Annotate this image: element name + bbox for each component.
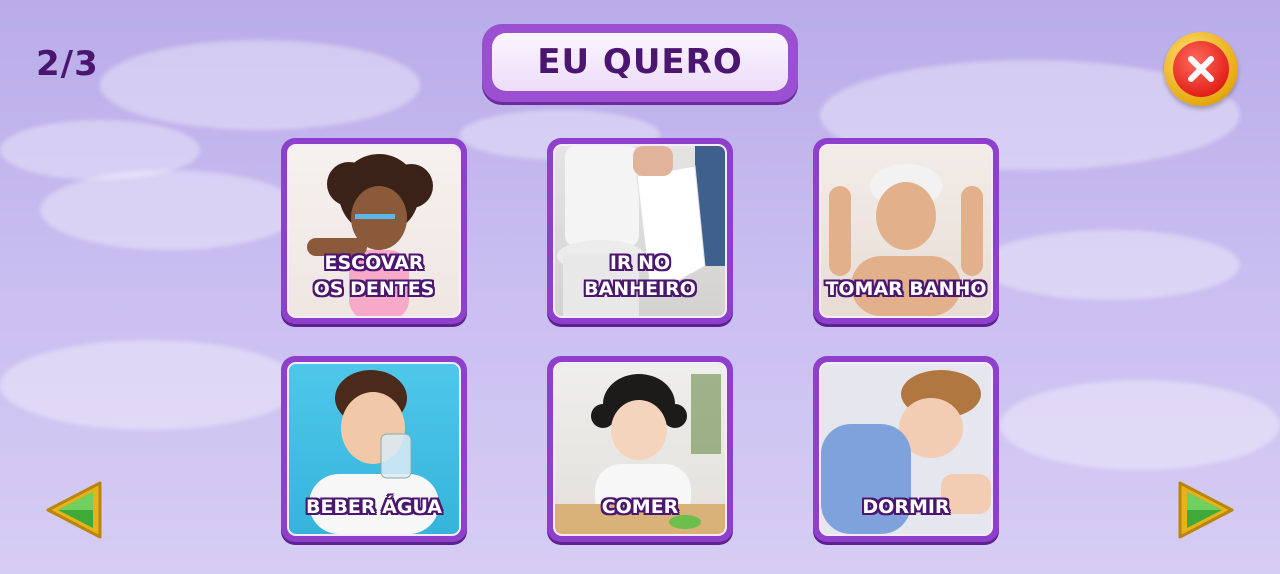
close-icon bbox=[1173, 41, 1229, 97]
card-label: ESCOVAR OS DENTES bbox=[313, 252, 435, 300]
background-cloud bbox=[1000, 380, 1280, 470]
background-cloud bbox=[40, 170, 300, 250]
title-banner: EU QUERO bbox=[482, 24, 798, 102]
left-arrow-icon bbox=[46, 481, 102, 539]
photo-toilet-and-paper-roll: IR NO BANHEIRO bbox=[553, 144, 727, 318]
card-beber-agua[interactable]: BEBER ÁGUA bbox=[281, 356, 467, 542]
next-page-button[interactable] bbox=[1174, 477, 1238, 543]
card-label: TOMAR BANHO bbox=[825, 278, 987, 300]
card-tomar-banho[interactable]: TOMAR BANHO bbox=[813, 138, 999, 324]
photo-girl-eating: COMER bbox=[553, 362, 727, 536]
page-title: EU QUERO bbox=[537, 42, 743, 82]
background-cloud bbox=[0, 340, 300, 430]
title-banner-inner: EU QUERO bbox=[492, 33, 788, 91]
right-arrow-icon bbox=[1178, 481, 1234, 539]
photo-boy-washing-hair: TOMAR BANHO bbox=[819, 144, 993, 318]
page-counter: 2/3 bbox=[36, 44, 99, 84]
card-comer[interactable]: COMER bbox=[547, 356, 733, 542]
background-cloud bbox=[100, 40, 420, 130]
card-dormir[interactable]: DORMIR bbox=[813, 356, 999, 542]
photo-boy-drinking-water: BEBER ÁGUA bbox=[287, 362, 461, 536]
close-button[interactable] bbox=[1164, 32, 1238, 106]
photo-child-brushing-teeth: ESCOVAR OS DENTES bbox=[287, 144, 461, 318]
card-label: DORMIR bbox=[862, 496, 950, 518]
background-cloud bbox=[980, 230, 1240, 300]
card-label: COMER bbox=[601, 496, 679, 518]
card-label: BEBER ÁGUA bbox=[305, 496, 442, 518]
photo-boy-sleeping: DORMIR bbox=[819, 362, 993, 536]
card-ir-no-banheiro[interactable]: IR NO BANHEIRO bbox=[547, 138, 733, 324]
card-escovar-os-dentes[interactable]: ESCOVAR OS DENTES bbox=[281, 138, 467, 324]
card-label: IR NO BANHEIRO bbox=[584, 252, 696, 300]
prev-page-button[interactable] bbox=[42, 477, 106, 543]
